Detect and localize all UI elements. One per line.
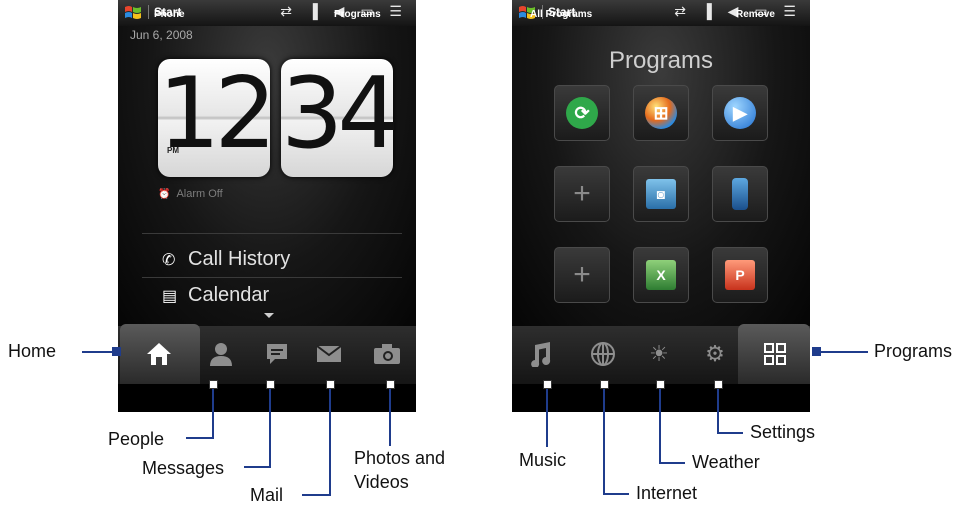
date-label: Jun 6, 2008: [130, 28, 193, 42]
powerpoint-icon[interactable]: P: [712, 247, 768, 303]
calendar-icon: ▤: [162, 288, 178, 305]
media-player-icon[interactable]: ▶: [712, 85, 768, 141]
callout-line: [82, 351, 116, 353]
callout-line: [818, 351, 868, 353]
callout-line: [717, 432, 743, 434]
callout-line: [186, 437, 214, 439]
callout-settings: Settings: [750, 422, 816, 442]
clock-minute-card[interactable]: 34: [281, 57, 400, 177]
divider: [142, 233, 402, 234]
home-screen-phone: Start ⇄ ▐ ◀ ▭ ☰ Jun 6, 2008 12 PM 34 ⏰ Al…: [118, 0, 416, 412]
windows-start-icon[interactable]: [124, 4, 142, 22]
callout-marker: [386, 380, 395, 389]
call-history-row[interactable]: ✆ Call History: [162, 248, 290, 271]
callout-internet: Internet: [636, 483, 698, 503]
phone-device-icon[interactable]: [712, 166, 768, 222]
programs-title: Programs: [608, 47, 714, 74]
callout-mail: Mail: [250, 485, 284, 505]
scroll-down-indicator: [264, 313, 274, 318]
callout-marker: [543, 380, 552, 389]
callout-marker: [326, 380, 335, 389]
callout-marker: [209, 380, 218, 389]
callout-people: People: [108, 429, 165, 449]
callout-line: [546, 389, 548, 447]
calendar-label: Calendar: [188, 284, 270, 306]
callout-marker: [600, 380, 609, 389]
callout-marker: [656, 380, 665, 389]
excel-icon[interactable]: X: [633, 247, 689, 303]
callout-line: [659, 462, 685, 464]
callout-line: [603, 389, 605, 495]
callout-home: Home: [8, 341, 57, 361]
programs-screen-phone: Start ⇄ ▐ ◀ ▭ ☰ Programs ⟳ ⊞ ▶ + ◙ + X P…: [512, 0, 810, 412]
windows-icon[interactable]: ⊞: [633, 85, 689, 141]
alarm-status[interactable]: ⏰ Alarm Off: [158, 188, 223, 200]
remove-softkey[interactable]: Remove: [736, 9, 775, 20]
settings-icon[interactable]: ⚙: [700, 340, 730, 368]
callout-messages: Messages: [142, 458, 225, 478]
alarm-label: Alarm Off: [176, 188, 223, 200]
alarm-clock-icon: ⏰: [158, 189, 171, 200]
call-history-label: Call History: [188, 248, 291, 270]
add-icon[interactable]: +: [554, 247, 610, 303]
callout-line: [603, 493, 629, 495]
sync-icon[interactable]: ⟳: [554, 85, 610, 141]
callout-line: [717, 389, 719, 434]
clock-hour-card[interactable]: 12 PM: [158, 57, 277, 177]
internet-icon[interactable]: [588, 340, 618, 368]
messages-icon[interactable]: [262, 340, 292, 368]
callout-marker: [266, 380, 275, 389]
weather-icon[interactable]: ☀: [644, 340, 674, 368]
callout-marker: [112, 347, 121, 356]
camera-app-icon[interactable]: ◙: [633, 166, 689, 222]
callout-photos-line1: Photos and: [354, 448, 446, 468]
callout-photos-line2: Videos: [354, 472, 409, 492]
callout-line: [659, 389, 661, 464]
callout-line: [329, 389, 331, 496]
clock-ampm: PM: [167, 146, 179, 155]
callout-line: [244, 466, 271, 468]
home-icon[interactable]: [144, 340, 174, 368]
all-programs-softkey[interactable]: All Programs: [530, 9, 592, 20]
callout-line: [269, 389, 271, 468]
add-icon[interactable]: +: [554, 166, 610, 222]
programs-softkey[interactable]: Programs: [334, 9, 381, 20]
camera-icon[interactable]: [372, 340, 402, 368]
callout-line: [212, 389, 214, 439]
mail-icon[interactable]: [314, 340, 344, 368]
callout-music: Music: [519, 450, 567, 470]
music-icon[interactable]: [526, 340, 556, 368]
callout-weather: Weather: [692, 452, 760, 472]
clock-minute: 34: [281, 57, 400, 171]
callout-line: [302, 494, 331, 496]
programs-grid-icon[interactable]: [760, 340, 790, 368]
people-icon[interactable]: [206, 340, 236, 368]
phone-icon: ✆: [162, 252, 176, 269]
calendar-row[interactable]: ▤ Calendar: [162, 284, 269, 307]
divider: [142, 277, 402, 278]
callout-marker: [714, 380, 723, 389]
callout-line: [389, 389, 391, 446]
callout-programs: Programs: [874, 341, 953, 361]
phone-softkey[interactable]: Phone: [154, 9, 185, 20]
